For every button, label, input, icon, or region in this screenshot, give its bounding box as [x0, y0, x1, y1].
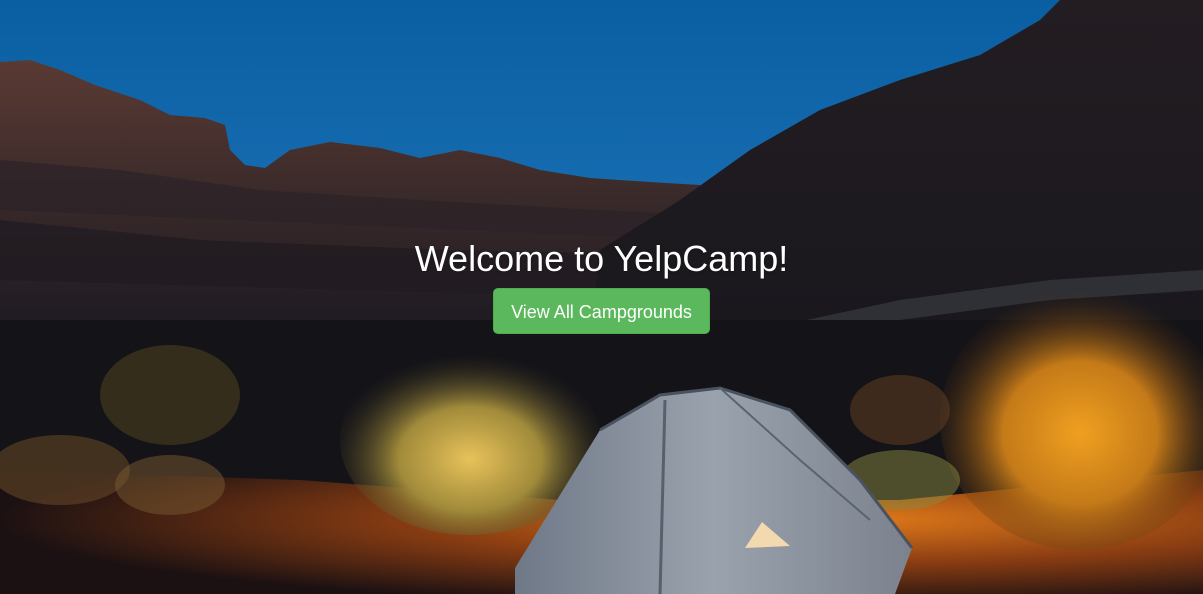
view-all-campgrounds-button[interactable]: View All Campgrounds: [493, 288, 710, 334]
landing-hero: Welcome to YelpCamp! View All Campground…: [0, 0, 1203, 594]
page-title: Welcome to YelpCamp!: [414, 238, 789, 279]
hero-content: Welcome to YelpCamp! View All Campground…: [0, 238, 1203, 334]
